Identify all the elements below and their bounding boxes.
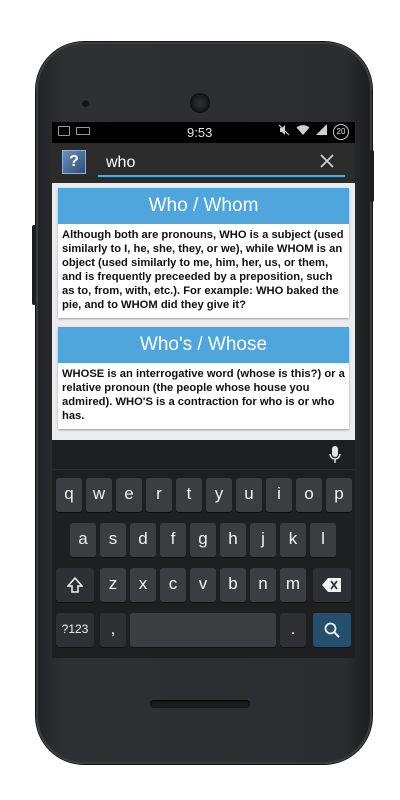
status-bar: 9:53 20	[52, 122, 355, 143]
key-e[interactable]: e	[116, 478, 142, 512]
key-f[interactable]: f	[160, 523, 186, 557]
results-list: Who / Whom Although both are pronouns, W…	[52, 183, 355, 440]
key-c[interactable]: c	[160, 568, 186, 602]
mic-icon[interactable]	[329, 446, 341, 464]
key-m[interactable]: m	[280, 568, 306, 602]
mute-icon	[278, 124, 290, 140]
clear-icon[interactable]	[315, 149, 339, 173]
keyboard-suggestion-strip	[52, 440, 355, 470]
search-input[interactable]	[98, 151, 298, 175]
earpiece-speaker	[190, 93, 210, 113]
key-d[interactable]: d	[130, 523, 156, 557]
key-x[interactable]: x	[130, 568, 156, 602]
key-a[interactable]: a	[70, 523, 96, 557]
status-time: 9:53	[187, 125, 213, 140]
key-h[interactable]: h	[220, 523, 246, 557]
front-camera	[82, 100, 89, 107]
backspace-icon[interactable]	[313, 568, 351, 602]
key-q[interactable]: q	[56, 478, 82, 512]
key-g[interactable]: g	[190, 523, 216, 557]
key-row-4: ?123 , .	[52, 613, 355, 650]
space-key[interactable]	[130, 613, 276, 647]
result-title: Who / Whom	[58, 188, 349, 224]
key-u[interactable]: u	[236, 478, 262, 512]
key-row-2: a s d f g h j k l	[52, 523, 355, 560]
key-t[interactable]: t	[176, 478, 202, 512]
shift-icon[interactable]	[56, 568, 94, 602]
key-row-1: q w e r t y u i o p	[52, 478, 355, 515]
symbols-key[interactable]: ?123	[56, 613, 94, 647]
key-y[interactable]: y	[206, 478, 232, 512]
period-key[interactable]: .	[280, 613, 306, 647]
volume-button	[32, 225, 36, 305]
key-l[interactable]: l	[310, 523, 336, 557]
result-title: Who's / Whose	[58, 327, 349, 363]
key-r[interactable]: r	[146, 478, 172, 512]
comma-key[interactable]: ,	[100, 613, 126, 647]
key-b[interactable]: b	[220, 568, 246, 602]
signal-icon	[316, 124, 327, 140]
key-i[interactable]: i	[266, 478, 292, 512]
key-z[interactable]: z	[100, 568, 126, 602]
power-button	[370, 150, 374, 202]
action-bar: ?	[52, 143, 355, 183]
battery-icon: 20	[333, 124, 349, 140]
wifi-icon	[296, 124, 310, 140]
image-icon	[58, 126, 70, 136]
soft-keyboard: q w e r t y u i o p a s d f g h j k l z …	[52, 440, 355, 658]
result-body: Although both are pronouns, WHO is a sub…	[62, 229, 344, 311]
key-j[interactable]: j	[250, 523, 276, 557]
key-k[interactable]: k	[280, 523, 306, 557]
key-s[interactable]: s	[100, 523, 126, 557]
key-v[interactable]: v	[190, 568, 216, 602]
key-row-3: z x c v b n m	[52, 568, 355, 605]
result-card[interactable]: Who / Whom Although both are pronouns, W…	[58, 188, 349, 318]
result-body: WHOSE is an interrogative word (whose is…	[62, 368, 345, 422]
key-o[interactable]: o	[296, 478, 322, 512]
bottom-speaker	[150, 700, 250, 708]
key-w[interactable]: w	[86, 478, 112, 512]
result-card[interactable]: Who's / Whose WHOSE is an interrogative …	[58, 327, 349, 429]
screen: 9:53 20 ? Who / Whom Although both	[52, 122, 355, 658]
search-icon[interactable]	[313, 613, 351, 647]
key-p[interactable]: p	[326, 478, 352, 512]
search-bar	[98, 149, 345, 177]
keyboard-icon	[76, 127, 90, 135]
app-icon[interactable]: ?	[62, 150, 86, 174]
key-n[interactable]: n	[250, 568, 276, 602]
